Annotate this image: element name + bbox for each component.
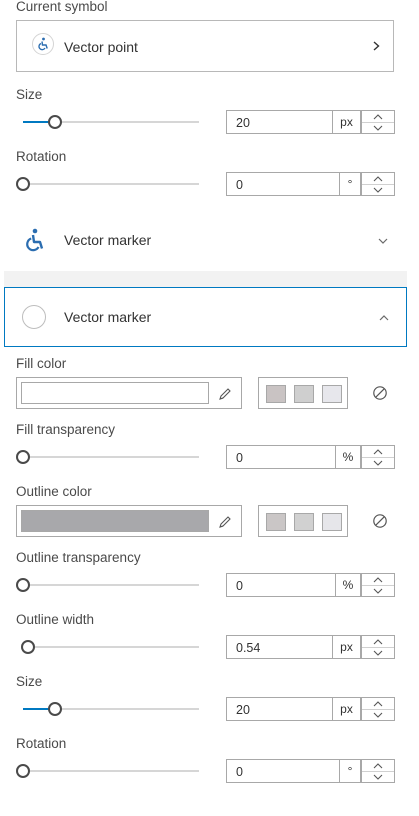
chevron-down-icon[interactable] [377,235,389,247]
outline-transparency-slider[interactable] [16,578,199,592]
wheelchair-icon [24,228,46,252]
outline-color-swatch[interactable] [21,510,209,532]
recent-color-swatch[interactable] [266,385,286,403]
current-symbol-name: Vector point [64,39,138,55]
rotation-stepper[interactable] [361,172,395,196]
outline-transparency-input-group: 0 % [226,573,395,597]
outline-recent-colors [258,505,348,537]
marker-size-input[interactable]: 20 [226,697,333,721]
outline-transparency-unit: % [336,573,361,597]
pencil-icon[interactable] [217,514,233,530]
section-divider [4,271,407,287]
marker-size-thumb[interactable] [48,702,62,716]
chevron-down-icon[interactable] [362,457,394,468]
outline-width-input-group: 0.54 px [226,635,395,659]
outline-transparency-label: Outline transparency [16,550,141,565]
marker-size-label: Size [16,674,43,689]
chevron-down-icon[interactable] [362,771,394,782]
size-input-group: 20 px [226,110,395,134]
rotation-slider-thumb[interactable] [16,177,30,191]
circle-marker-row[interactable]: Vector marker [4,287,407,347]
outline-width-stepper[interactable] [361,635,395,659]
outline-color-picker[interactable] [16,505,242,537]
outline-width-thumb[interactable] [21,640,35,654]
chevron-down-icon[interactable] [362,122,394,133]
symbol-layer-title: Vector marker [64,232,152,248]
fill-transparency-thumb[interactable] [16,450,30,464]
size-stepper[interactable] [361,110,395,134]
marker-rotation-stepper[interactable] [361,759,395,783]
marker-rotation-unit: ° [340,759,361,783]
marker-size-input-group: 20 px [226,697,395,721]
marker-size-unit: px [333,697,361,721]
outline-transparency-thumb[interactable] [16,578,30,592]
fill-color-picker[interactable] [16,377,242,409]
chevron-down-icon[interactable] [362,647,394,658]
recent-color-swatch[interactable] [322,385,342,403]
chevron-down-icon[interactable] [362,184,394,195]
symbol-layer-row[interactable]: Vector marker [4,222,407,260]
chevron-down-icon[interactable] [362,585,394,596]
marker-rotation-thumb[interactable] [16,764,30,778]
rotation-input[interactable]: 0 [226,172,340,196]
recent-color-swatch[interactable] [266,513,286,531]
recent-color-swatch[interactable] [322,513,342,531]
fill-transparency-input-group: 0 % [226,445,395,469]
outline-width-input[interactable]: 0.54 [226,635,333,659]
outline-width-label: Outline width [16,612,95,627]
fill-color-label: Fill color [16,356,67,371]
size-slider[interactable] [23,115,199,129]
pencil-icon[interactable] [217,386,233,402]
outline-transparency-input[interactable]: 0 [226,573,336,597]
chevron-up-icon[interactable] [378,312,390,324]
size-slider-thumb[interactable] [48,115,62,129]
current-symbol-label: Current symbol [16,0,108,14]
rotation-slider[interactable] [16,177,199,191]
outline-width-slider[interactable] [21,640,199,654]
size-label: Size [16,87,43,102]
size-unit: px [333,110,361,134]
outline-width-unit: px [333,635,361,659]
fill-transparency-slider[interactable] [16,450,199,464]
rotation-label: Rotation [16,149,67,164]
chevron-right-icon [373,41,380,51]
marker-rotation-slider[interactable] [16,764,199,778]
wheelchair-icon [32,33,54,55]
no-color-icon[interactable] [372,385,388,401]
fill-transparency-stepper[interactable] [361,445,395,469]
outline-transparency-stepper[interactable] [361,573,395,597]
fill-color-swatch[interactable] [21,382,209,404]
marker-rotation-input-group: 0 ° [226,759,395,783]
outline-color-label: Outline color [16,484,92,499]
fill-transparency-unit: % [336,445,361,469]
fill-transparency-label: Fill transparency [16,422,116,437]
fill-recent-colors [258,377,348,409]
circle-icon [22,305,46,329]
rotation-unit: ° [340,172,361,196]
marker-size-slider[interactable] [23,702,199,716]
marker-rotation-label: Rotation [16,736,67,751]
current-symbol-card[interactable]: Vector point [16,20,394,72]
marker-size-stepper[interactable] [361,697,395,721]
recent-color-swatch[interactable] [294,513,314,531]
rotation-input-group: 0 ° [226,172,395,196]
circle-marker-title: Vector marker [64,309,152,325]
recent-color-swatch[interactable] [294,385,314,403]
fill-transparency-input[interactable]: 0 [226,445,336,469]
chevron-down-icon[interactable] [362,709,394,720]
no-color-icon[interactable] [372,513,388,529]
size-input[interactable]: 20 [226,110,333,134]
marker-rotation-input[interactable]: 0 [226,759,340,783]
